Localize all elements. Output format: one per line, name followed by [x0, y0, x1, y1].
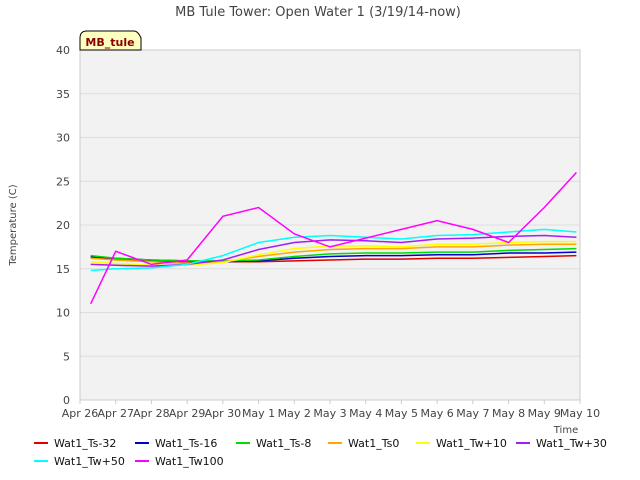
legend-item: Wat1_Tw+10	[416, 437, 507, 450]
y-tick-label: 30	[56, 132, 70, 145]
legend-label: Wat1_Tw+30	[536, 437, 607, 450]
x-tick-label: May 4	[349, 407, 382, 420]
y-tick-label: 5	[63, 350, 70, 363]
x-tick-label: May 6	[421, 407, 454, 420]
x-tick-label: May 8	[492, 407, 525, 420]
x-tick-label: May 5	[385, 407, 418, 420]
x-tick-label: May 3	[313, 407, 346, 420]
x-tick-label: Apr 29	[169, 407, 206, 420]
x-tick-label: Apr 26	[62, 407, 99, 420]
y-axis-label: Temperature (C)	[8, 184, 19, 266]
x-tick-label: May 2	[278, 407, 311, 420]
plot-area	[79, 49, 581, 401]
legend-label: Wat1_Tw+50	[54, 455, 125, 468]
x-tick-label: Apr 30	[205, 407, 242, 420]
legend-item: Wat1_Tw+50	[34, 455, 125, 468]
x-tick-label: May 1	[242, 407, 275, 420]
legend-item: Wat1_Ts-8	[236, 437, 311, 450]
x-tick-label: May 7	[456, 407, 489, 420]
station-badge: MB_tule	[79, 30, 142, 51]
y-axis: 0 5 10 15 20 25 30 35 40	[56, 44, 70, 407]
x-tick-label: May 9	[528, 407, 561, 420]
x-axis-label: Time	[553, 425, 578, 436]
legend: Wat1_Ts-32 Wat1_Ts-16 Wat1_Ts-8 Wat1_Ts0 Wat…	[34, 437, 607, 468]
y-tick-label: 15	[56, 263, 70, 276]
y-tick-label: 10	[56, 307, 70, 320]
y-tick-label: 40	[56, 44, 70, 57]
legend-label: Wat1_Ts-16	[155, 437, 217, 450]
legend-item: Wat1_Ts0	[328, 437, 399, 450]
legend-label: Wat1_Tw100	[155, 455, 224, 468]
legend-label: Wat1_Ts-32	[54, 437, 116, 450]
legend-label: Wat1_Ts0	[348, 437, 399, 450]
y-tick-label: 35	[56, 88, 70, 101]
legend-label: Wat1_Tw+10	[436, 437, 507, 450]
legend-item: Wat1_Ts-32	[34, 437, 116, 450]
badge-label: MB_tule	[85, 36, 134, 49]
y-tick-label: 20	[56, 219, 70, 232]
legend-item: Wat1_Tw100	[135, 455, 224, 468]
legend-label: Wat1_Ts-8	[256, 437, 311, 450]
chart: MB Tule Tower: Open Water 1 (3/19/14-now…	[8, 5, 607, 468]
y-tick-label: 25	[56, 175, 70, 188]
x-axis: Apr 26 Apr 27 Apr 28 Apr 29 Apr 30 May 1 May 2…	[62, 400, 600, 420]
y-tick-label: 0	[63, 394, 70, 407]
chart-title: MB Tule Tower: Open Water 1 (3/19/14-now…	[175, 5, 461, 20]
x-tick-label: May 10	[560, 407, 600, 420]
legend-item: Wat1_Tw+30	[516, 437, 607, 450]
x-tick-label: Apr 28	[133, 407, 170, 420]
legend-item: Wat1_Ts-16	[135, 437, 217, 450]
x-tick-label: Apr 27	[97, 407, 134, 420]
